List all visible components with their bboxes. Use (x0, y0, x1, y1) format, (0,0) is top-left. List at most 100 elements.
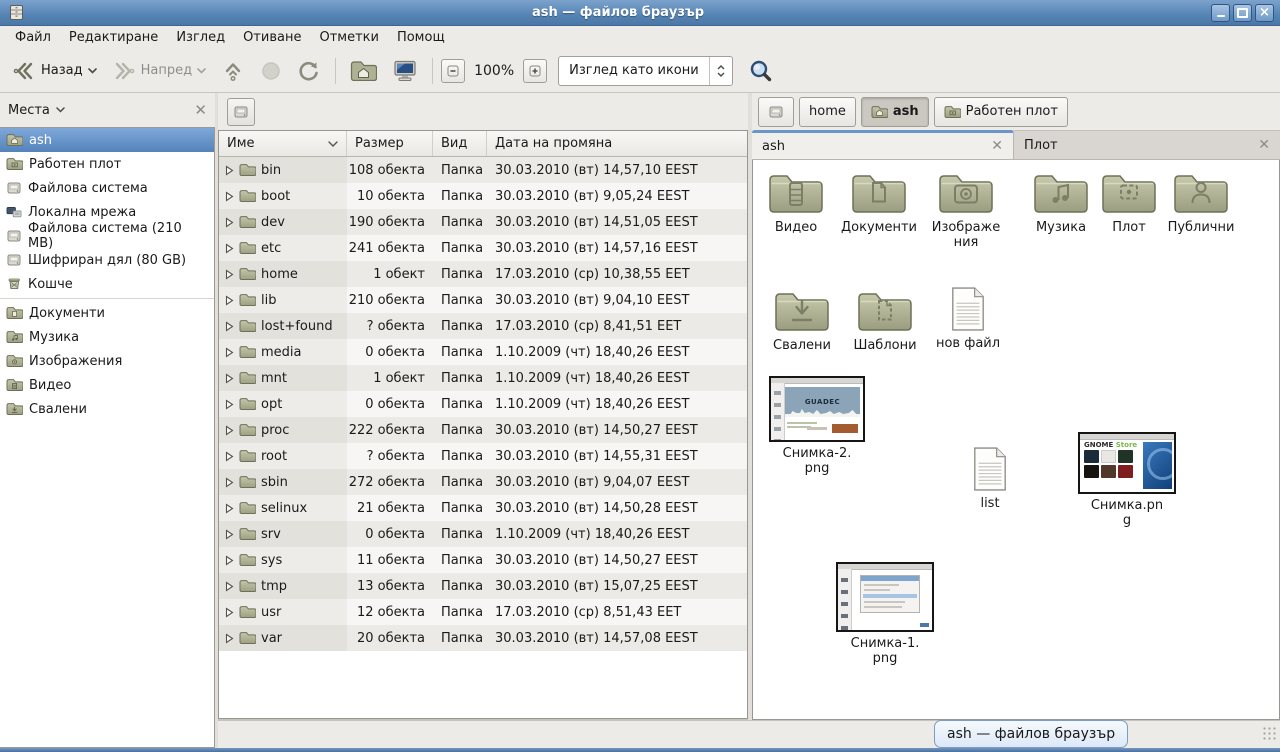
table-row[interactable]: mnt1 обектПапка1.10.2009 (чт) 18,40,26 E… (219, 365, 747, 391)
resize-grip[interactable] (1262, 726, 1278, 742)
expander-icon[interactable] (225, 399, 234, 410)
zoom-out-button[interactable] (441, 59, 465, 83)
table-row[interactable]: opt0 обектаПапка1.10.2009 (чт) 18,40,26 … (219, 391, 747, 417)
table-row[interactable]: tmp13 обектаПапка30.03.2010 (вт) 15,07,2… (219, 573, 747, 599)
icon-view-item-7[interactable]: Шаблони (844, 288, 926, 353)
table-row[interactable]: dev190 обектаПапка30.03.2010 (вт) 14,51,… (219, 209, 747, 235)
tab-close-button[interactable]: ✕ (991, 138, 1003, 154)
table-row[interactable]: proc222 обектаПапка30.03.2010 (вт) 14,50… (219, 417, 747, 443)
table-row[interactable]: selinux21 обектаПапка30.03.2010 (вт) 14,… (219, 495, 747, 521)
menu-item-1[interactable]: Редактиране (60, 27, 167, 48)
places-dropdown-icon[interactable] (56, 107, 65, 113)
icon-view-item-8[interactable]: нов файл (927, 286, 1009, 351)
table-row[interactable]: lib210 обектаПапка30.03.2010 (вт) 9,04,1… (219, 287, 747, 313)
table-row[interactable]: var20 обектаПапка30.03.2010 (вт) 14,57,0… (219, 625, 747, 651)
expander-icon[interactable] (225, 581, 234, 592)
menu-item-0[interactable]: Файл (6, 27, 60, 48)
expander-icon[interactable] (225, 633, 234, 644)
sidebar-item-5[interactable]: Шифриран дял (80 GB) (0, 248, 214, 272)
sidebar-item-0[interactable]: ash (0, 128, 214, 152)
breadcrumb-button-1[interactable]: home (799, 97, 856, 127)
zoom-in-button[interactable] (523, 59, 547, 83)
sidebar-item-4[interactable]: Файлова система (210 MB) (0, 224, 214, 248)
filesystem-root-button[interactable] (227, 98, 255, 126)
column-header-0[interactable]: Име (219, 131, 347, 156)
expander-icon[interactable] (225, 555, 234, 566)
menu-item-4[interactable]: Отметки (310, 27, 387, 48)
view-mode-spinner[interactable] (709, 57, 732, 85)
icon-view-item-0[interactable]: Видео (755, 170, 837, 235)
sidebar-item-9[interactable]: Изображения (0, 349, 214, 373)
menu-item-3[interactable]: Отиване (234, 27, 310, 48)
expander-icon[interactable] (225, 191, 234, 202)
column-header-2[interactable]: Вид (433, 131, 487, 156)
tab-close-button[interactable]: ✕ (1258, 137, 1270, 153)
table-row[interactable]: media0 обектаПапка1.10.2009 (чт) 18,40,2… (219, 339, 747, 365)
expander-icon[interactable] (225, 347, 234, 358)
sidebar-item-2[interactable]: Файлова система (0, 176, 214, 200)
back-dropdown-icon[interactable] (88, 68, 97, 74)
expander-icon[interactable] (225, 295, 234, 306)
places-close-button[interactable]: ✕ (194, 103, 207, 117)
expander-icon[interactable] (225, 503, 234, 514)
up-button[interactable] (215, 55, 251, 87)
expander-icon[interactable] (225, 243, 234, 254)
sidebar-item-7[interactable]: Документи (0, 301, 214, 325)
table-row[interactable]: boot10 обектаПапка30.03.2010 (вт) 9,05,2… (219, 183, 747, 209)
close-button[interactable]: × (1255, 4, 1274, 22)
table-row[interactable]: srv0 обектаПапка1.10.2009 (чт) 18,40,26 … (219, 521, 747, 547)
icon-view-item-12[interactable]: Снимка-1.png (835, 562, 935, 666)
sidebar-item-6[interactable]: Кошче (0, 272, 214, 296)
icon-view-item-6[interactable]: Свалени (761, 288, 843, 353)
tab-Плот[interactable]: Плот✕ (1014, 130, 1280, 159)
maximize-button[interactable] (1233, 4, 1252, 22)
breadcrumb-button-0[interactable] (758, 97, 794, 127)
expander-icon[interactable] (225, 529, 234, 540)
search-button[interactable] (742, 54, 780, 88)
icon-view-item-10[interactable]: list (949, 446, 1031, 511)
column-header-3[interactable]: Дата на промяна (487, 131, 747, 156)
expander-icon[interactable] (225, 165, 234, 176)
minimize-button[interactable] (1211, 4, 1230, 22)
icon-view-item-1[interactable]: Документи (838, 170, 920, 235)
back-button[interactable]: Назад (6, 56, 103, 86)
table-row[interactable]: bin108 обектаПапка30.03.2010 (вт) 14,57,… (219, 157, 747, 183)
icon-view-item-4[interactable]: Плот (1088, 170, 1170, 235)
table-row[interactable]: lost+found? обектаПапка17.03.2010 (ср) 8… (219, 313, 747, 339)
home-button[interactable] (344, 56, 383, 85)
menu-item-2[interactable]: Изглед (167, 27, 234, 48)
icon-view-item-5[interactable]: Публични (1160, 170, 1242, 235)
table-row[interactable]: sbin272 обектаПапка30.03.2010 (вт) 9,04,… (219, 469, 747, 495)
breadcrumb-button-3[interactable]: Работен плот (934, 97, 1068, 127)
breadcrumb-button-2[interactable]: ash (861, 97, 929, 127)
column-header-1[interactable]: Размер (347, 131, 433, 156)
titlebar[interactable]: ash — файлов браузър × (0, 0, 1280, 26)
sidebar-item-1[interactable]: Работен плот (0, 152, 214, 176)
expander-icon[interactable] (225, 451, 234, 462)
sidebar-item-8[interactable]: Музика (0, 325, 214, 349)
expander-icon[interactable] (225, 269, 234, 280)
table-row[interactable]: sys11 обектаПапка30.03.2010 (вт) 14,50,2… (219, 547, 747, 573)
expander-icon[interactable] (225, 425, 234, 436)
expander-icon[interactable] (225, 321, 234, 332)
expander-icon[interactable] (225, 607, 234, 618)
stop-button[interactable] (254, 56, 288, 86)
view-mode-select[interactable]: Изглед като икони (558, 56, 733, 86)
reload-button[interactable] (291, 55, 327, 87)
tab-ash[interactable]: ash✕ (752, 130, 1014, 159)
expander-icon[interactable] (225, 217, 234, 228)
icon-view-item-9[interactable]: GUADECСнимка-2.png (767, 376, 867, 476)
forward-button[interactable]: Напред (106, 56, 212, 86)
table-row[interactable]: root? обектаПапка30.03.2010 (вт) 14,55,3… (219, 443, 747, 469)
menu-item-5[interactable]: Помощ (388, 27, 454, 48)
icon-view-item-2[interactable]: Изображения (925, 170, 1007, 250)
icon-view-item-11[interactable]: GNOME StoreСнимка.png (1077, 432, 1177, 528)
expander-icon[interactable] (225, 477, 234, 488)
expander-icon[interactable] (225, 373, 234, 384)
sidebar-item-10[interactable]: Видео (0, 373, 214, 397)
table-row[interactable]: etc241 обектаПапка30.03.2010 (вт) 14,57,… (219, 235, 747, 261)
table-row[interactable]: usr12 обектаПапка17.03.2010 (ср) 8,51,43… (219, 599, 747, 625)
computer-button[interactable] (386, 55, 424, 87)
table-row[interactable]: home1 обектПапка17.03.2010 (ср) 10,38,55… (219, 261, 747, 287)
sidebar-item-11[interactable]: Свалени (0, 397, 214, 421)
